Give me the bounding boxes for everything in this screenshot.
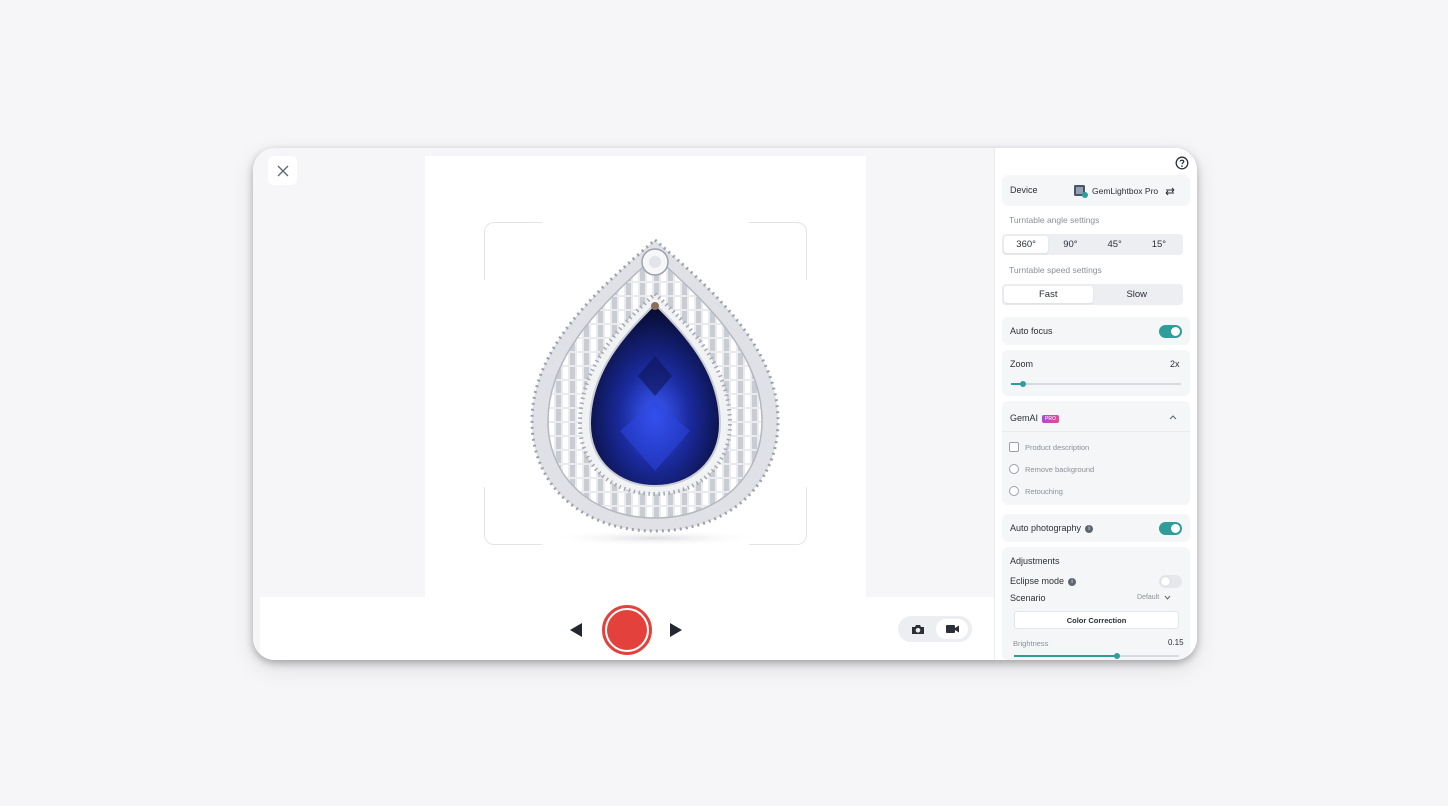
next-angle-button[interactable] <box>668 621 684 639</box>
help-icon[interactable] <box>1175 156 1189 170</box>
pro-badge: PRO <box>1042 414 1059 423</box>
auto-photography-row: Auto photography i <box>1010 523 1094 533</box>
info-icon[interactable]: i <box>1085 524 1094 533</box>
close-button[interactable] <box>268 156 297 185</box>
record-button[interactable] <box>602 605 652 655</box>
turntable-angle-title: Turntable angle settings <box>1009 215 1100 225</box>
device-name: GemLightbox Pro <box>1092 186 1159 196</box>
eclipse-mode-toggle[interactable] <box>1159 575 1182 588</box>
eclipse-mode-row: Eclipse mode i <box>1010 576 1077 586</box>
eclipse-mode-label: Eclipse mode <box>1010 576 1065 586</box>
zoom-slider[interactable] <box>1011 381 1181 387</box>
turntable-speed-selector: Fast Slow <box>1002 284 1183 305</box>
triangle-right-icon <box>670 623 682 637</box>
auto-focus-label: Auto focus <box>1010 326 1053 336</box>
record-icon <box>607 610 647 650</box>
auto-photography-toggle[interactable] <box>1159 522 1182 535</box>
option-label: Product description <box>1025 442 1090 452</box>
device-card: Device GemLightbox Pro <box>1002 175 1190 206</box>
speed-option[interactable]: Slow <box>1093 286 1182 303</box>
zoom-label: Zoom <box>1010 359 1034 369</box>
camera-area <box>253 148 994 660</box>
previous-angle-button[interactable] <box>568 621 584 639</box>
triangle-left-icon <box>570 623 582 637</box>
close-icon <box>277 165 288 176</box>
capture-bar <box>260 597 994 660</box>
photo-mode-button[interactable] <box>902 619 934 639</box>
color-correction-button[interactable]: Color Correction <box>1014 611 1179 629</box>
gemai-label: GemAI <box>1010 413 1039 423</box>
auto-photography-card: Auto photography i <box>1002 514 1190 542</box>
angle-option[interactable]: 90° <box>1048 236 1092 253</box>
auto-focus-toggle[interactable] <box>1159 325 1182 338</box>
angle-option[interactable]: 15° <box>1137 236 1181 253</box>
zoom-value: 2x <box>1170 359 1180 369</box>
brightness-label: Brightness <box>1013 639 1049 648</box>
adjustments-card: Adjustments Eclipse mode i Scenario Defau… <box>1002 547 1190 660</box>
speed-option[interactable]: Fast <box>1004 286 1093 303</box>
device-label: Device <box>1010 185 1038 195</box>
turntable-speed-title: Turntable speed settings <box>1009 265 1102 275</box>
video-camera-icon <box>945 625 959 633</box>
ring-product-image <box>530 238 780 546</box>
brightness-slider-thumb[interactable] <box>1114 653 1120 659</box>
scenario-value: Default <box>1137 594 1160 601</box>
remove-background-option[interactable]: Remove background <box>1009 464 1094 474</box>
chevron-up-icon[interactable] <box>1169 414 1177 420</box>
lightbox-icon <box>1074 185 1088 198</box>
adjustments-label: Adjustments <box>1010 556 1060 566</box>
auto-focus-card: Auto focus <box>1002 317 1190 345</box>
auto-photography-label: Auto photography <box>1010 523 1082 533</box>
gemai-header[interactable]: GemAI PRO <box>1010 413 1059 423</box>
swap-icon[interactable] <box>1165 187 1175 196</box>
camera-icon <box>912 624 924 634</box>
zoom-card: Zoom 2x <box>1002 350 1190 396</box>
angle-option[interactable]: 45° <box>1093 236 1137 253</box>
settings-panel: Device GemLightbox Pro Turntable angle s… <box>994 148 1197 660</box>
device-selector[interactable]: GemLightbox Pro <box>1073 184 1175 198</box>
chevron-down-icon <box>1164 595 1171 600</box>
scenario-label: Scenario <box>1010 593 1046 603</box>
gemai-card: GemAI PRO Product description Remove back… <box>1002 401 1190 505</box>
option-label: Retouching <box>1025 486 1063 496</box>
radio[interactable] <box>1009 486 1019 496</box>
zoom-slider-thumb[interactable] <box>1020 381 1026 387</box>
checkbox[interactable] <box>1009 442 1019 452</box>
radio[interactable] <box>1009 464 1019 474</box>
scenario-select[interactable]: Default <box>1137 594 1171 601</box>
camera-preview <box>425 156 866 597</box>
brightness-slider[interactable] <box>1014 653 1179 659</box>
capture-mode-toggle <box>898 616 972 642</box>
angle-option[interactable]: 360° <box>1004 236 1049 253</box>
turntable-angle-selector: 360° 90° 45° 15° <box>1002 234 1183 255</box>
option-label: Remove background <box>1025 464 1095 474</box>
product-description-option[interactable]: Product description <box>1009 442 1089 452</box>
brightness-value: 0.15 <box>1168 638 1184 647</box>
retouching-option[interactable]: Retouching <box>1009 486 1063 496</box>
info-icon[interactable]: i <box>1068 577 1077 586</box>
video-mode-button[interactable] <box>936 619 968 639</box>
divider <box>1002 431 1190 432</box>
app-window: Device GemLightbox Pro Turntable angle s… <box>253 148 1197 660</box>
